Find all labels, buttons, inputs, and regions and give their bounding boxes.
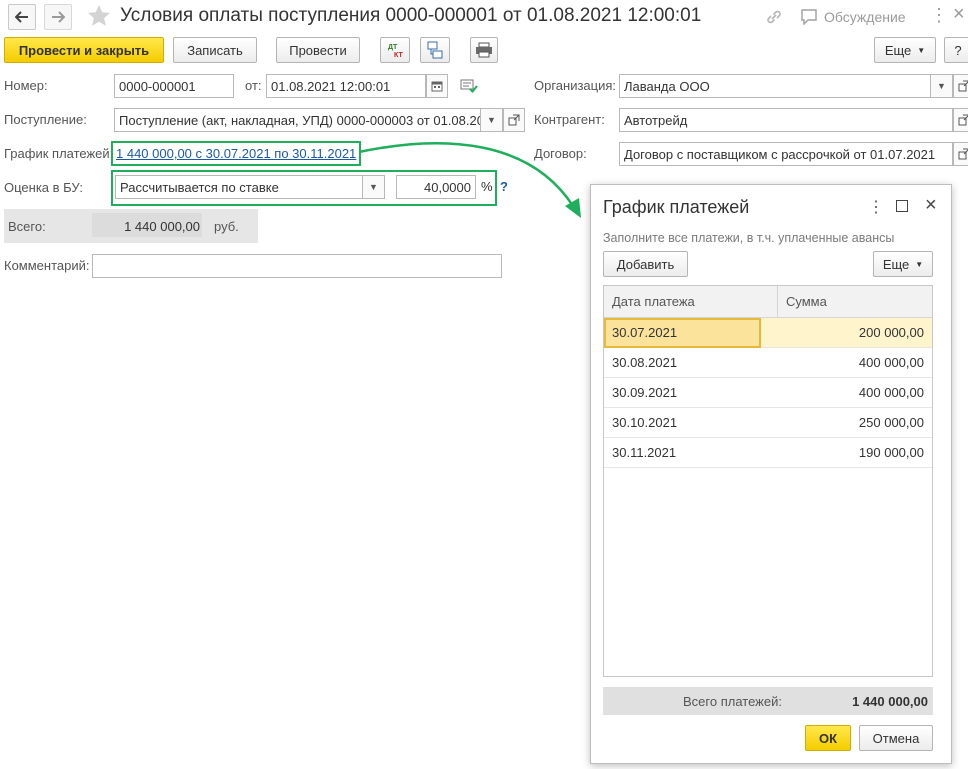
- estimate-field[interactable]: Рассчитывается по ставке: [115, 175, 363, 199]
- chevron-down-icon: ▼: [917, 45, 926, 55]
- counterparty-open-button[interactable]: [953, 108, 968, 132]
- table-row[interactable]: 30.11.2021 190 000,00: [604, 437, 932, 468]
- dialog-hint: Заполните все платежи, в т.ч. уплаченные…: [603, 231, 895, 245]
- chevron-down-icon: ▼: [915, 259, 924, 269]
- annotation-arrow: [358, 142, 581, 218]
- help-button[interactable]: ?: [944, 37, 968, 63]
- table-row[interactable]: 30.07.2021 200 000,00: [604, 318, 932, 348]
- dialog-title: График платежей: [603, 197, 750, 217]
- number-label: Номер:: [4, 78, 48, 93]
- ok-button[interactable]: ОК: [805, 725, 851, 751]
- table-header: Дата платежа Сумма: [604, 286, 932, 318]
- contract-open-button[interactable]: [953, 142, 968, 166]
- receipt-label: Поступление:: [4, 112, 87, 127]
- open-window-icon: [508, 114, 520, 126]
- cell-date[interactable]: 30.08.2021: [604, 347, 761, 378]
- number-field[interactable]: 0000-000001: [114, 74, 234, 98]
- counterparty-field[interactable]: Автотрейд: [619, 108, 953, 132]
- structure-button[interactable]: [420, 37, 450, 63]
- organization-field[interactable]: Лаванда ООО: [619, 74, 931, 98]
- arrow-right-icon: [52, 11, 65, 23]
- cell-sum[interactable]: 250 000,00: [761, 407, 932, 438]
- close-icon[interactable]: ×: [925, 194, 937, 217]
- date-field[interactable]: 01.08.2021 12:00:01: [266, 74, 426, 98]
- comment-field[interactable]: [92, 254, 502, 278]
- favorite-star-icon[interactable]: [87, 4, 111, 31]
- save-button[interactable]: Записать: [173, 37, 257, 63]
- arrow-left-icon: [15, 11, 28, 23]
- table-body: 30.07.2021 200 000,00 30.08.2021 400 000…: [604, 318, 932, 468]
- dt-kt-button[interactable]: ДТ КТ: [380, 37, 410, 63]
- comment-check-icon[interactable]: [460, 79, 478, 96]
- organization-dropdown[interactable]: ▼: [931, 74, 953, 98]
- cell-date[interactable]: 30.09.2021: [604, 377, 761, 408]
- receipt-field[interactable]: Поступление (акт, накладная, УПД) 0000-0…: [114, 108, 481, 132]
- cell-sum[interactable]: 190 000,00: [761, 437, 932, 468]
- payments-table[interactable]: Дата платежа Сумма 30.07.2021 200 000,00…: [603, 285, 933, 677]
- print-button[interactable]: [470, 37, 498, 63]
- more-label: Еще: [884, 42, 912, 58]
- cancel-button[interactable]: Отмена: [859, 725, 933, 751]
- dt-kt-icon: ДТ КТ: [388, 44, 403, 58]
- post-and-close-button[interactable]: Провести и закрыть: [4, 37, 164, 63]
- chevron-down-icon: ▼: [937, 81, 946, 91]
- date-from-label: от:: [245, 78, 262, 93]
- more-button[interactable]: Еще ▼: [874, 37, 936, 63]
- table-row[interactable]: 30.08.2021 400 000,00: [604, 347, 932, 378]
- window-title: Условия оплаты поступления 0000-000001 о…: [120, 5, 702, 26]
- comment-label: Комментарий:: [4, 258, 90, 273]
- back-button[interactable]: [8, 4, 36, 30]
- chat-icon: [801, 9, 817, 25]
- counterparty-label: Контрагент:: [534, 112, 605, 127]
- estimate-label: Оценка в БУ:: [4, 180, 83, 195]
- cell-sum[interactable]: 400 000,00: [761, 377, 932, 408]
- dialog-more-button[interactable]: Еще ▼: [873, 251, 933, 277]
- open-window-icon: [958, 148, 968, 160]
- printer-icon: [476, 42, 492, 58]
- open-window-icon: [958, 114, 968, 126]
- payments-total-value: 1 440 000,00: [852, 694, 928, 709]
- open-window-icon: [958, 80, 968, 92]
- post-button[interactable]: Провести: [276, 37, 360, 63]
- receipt-dropdown[interactable]: ▼: [481, 108, 503, 132]
- organization-label: Организация:: [534, 78, 617, 93]
- cell-date[interactable]: 30.11.2021: [604, 437, 761, 468]
- document-structure-icon: [427, 41, 443, 59]
- total-value: 1 440 000,00: [124, 219, 200, 234]
- add-button[interactable]: Добавить: [603, 251, 688, 277]
- forward-button[interactable]: [44, 4, 72, 30]
- cell-date[interactable]: 30.07.2021: [604, 318, 761, 348]
- schedule-label: График платежей:: [4, 146, 114, 161]
- total-label: Всего:: [8, 219, 46, 234]
- calendar-button[interactable]: [426, 74, 448, 98]
- table-row[interactable]: 30.09.2021 400 000,00: [604, 377, 932, 408]
- dialog-menu-icon[interactable]: ⋮: [868, 197, 884, 217]
- discussion-button[interactable]: Обсуждение: [800, 9, 906, 25]
- total-currency: руб.: [214, 219, 239, 234]
- link-icon[interactable]: [765, 8, 783, 29]
- column-header-sum[interactable]: Сумма: [778, 286, 932, 317]
- cell-sum[interactable]: 200 000,00: [761, 318, 932, 348]
- close-icon[interactable]: ×: [953, 3, 965, 26]
- window-menu-icon[interactable]: ⋮: [930, 5, 948, 26]
- chevron-down-icon: ▼: [487, 115, 496, 125]
- organization-open-button[interactable]: [953, 74, 968, 98]
- receipt-open-button[interactable]: [503, 108, 525, 132]
- calendar-icon: [431, 81, 443, 92]
- cell-sum[interactable]: 400 000,00: [761, 347, 932, 378]
- schedule-link[interactable]: 1 440 000,00 с 30.07.2021 по 30.11.2021: [116, 146, 356, 161]
- table-row[interactable]: 30.10.2021 250 000,00: [604, 407, 932, 438]
- cell-date[interactable]: 30.10.2021: [604, 407, 761, 438]
- column-header-date[interactable]: Дата платежа: [604, 286, 778, 317]
- payment-schedule-dialog: График платежей ⋮ × Заполните все платеж…: [590, 184, 952, 764]
- payments-total-label: Всего платежей:: [683, 694, 782, 709]
- svg-text:КТ: КТ: [394, 52, 403, 58]
- contract-field[interactable]: Договор с поставщиком с рассрочкой от 01…: [619, 142, 953, 166]
- discussion-label: Обсуждение: [824, 9, 906, 25]
- dialog-more-label: Еще: [882, 256, 910, 272]
- svg-text:ДТ: ДТ: [388, 44, 398, 51]
- maximize-icon[interactable]: [896, 200, 908, 212]
